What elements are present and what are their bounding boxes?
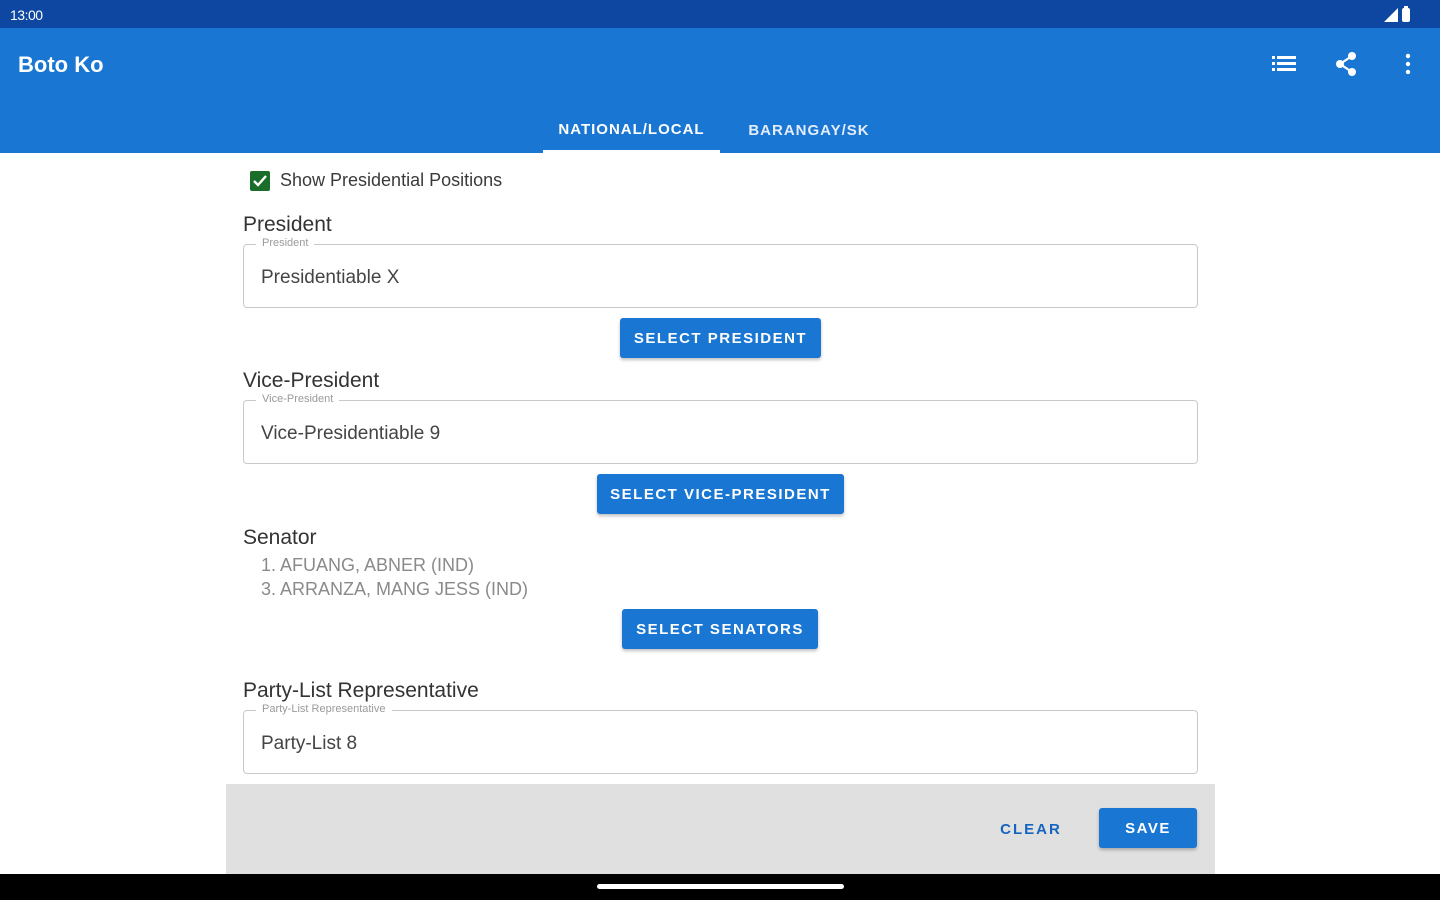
president-title: President (243, 213, 332, 236)
party-list-field[interactable]: Party-List Representative Party-List 8 (243, 703, 1198, 774)
select-president-button[interactable]: SELECT PRESIDENT (620, 318, 821, 358)
app-bar: Boto Ko NATIONAL/LOCAL BARANGAY/SK (0, 28, 1440, 153)
more-vert-icon[interactable] (1394, 50, 1422, 78)
select-senators-button[interactable]: SELECT SENATORS (622, 609, 818, 649)
show-presidential-checkbox[interactable] (250, 170, 270, 191)
status-time: 13:00 (10, 7, 43, 23)
president-field-value: Presidentiable X (261, 267, 400, 288)
president-field-label: President (256, 237, 315, 249)
share-icon[interactable] (1332, 50, 1360, 78)
tab-barangay-sk[interactable]: BARANGAY/SK (720, 108, 898, 153)
status-bar: 13:00 (0, 0, 1440, 28)
clear-button[interactable]: CLEAR (986, 812, 1076, 846)
list-item: 1. AFUANG, ABNER (IND) (261, 555, 475, 575)
list-icon[interactable] (1270, 50, 1298, 78)
check-icon (253, 174, 267, 187)
signal-icon (1384, 8, 1398, 22)
show-presidential-row: Show Presidential Positions (250, 170, 502, 191)
tab-national-local[interactable]: NATIONAL/LOCAL (543, 108, 720, 153)
list-item: 3. ARRANZA, MANG JESS (IND) (261, 579, 529, 599)
home-gesture-handle[interactable] (597, 884, 844, 889)
vice-president-field-label: Vice-President (256, 393, 340, 405)
tab-bar: NATIONAL/LOCAL BARANGAY/SK (543, 108, 898, 153)
vice-president-title: Vice-President (243, 369, 380, 392)
senator-list: 1. AFUANG, ABNER (IND) 3. ARRANZA, MANG … (261, 553, 528, 601)
bottom-action-panel: CLEAR SAVE (226, 784, 1215, 874)
party-list-field-value: Party-List 8 (261, 733, 358, 754)
app-bar-actions (1270, 50, 1422, 78)
vice-president-field[interactable]: Vice-President Vice-Presidentiable 9 (243, 393, 1198, 464)
party-list-field-label: Party-List Representative (256, 703, 392, 715)
president-field[interactable]: President Presidentiable X (243, 237, 1198, 308)
party-list-title: Party-List Representative (243, 679, 479, 702)
navigation-bar (0, 874, 1440, 900)
show-presidential-label: Show Presidential Positions (280, 170, 503, 190)
status-icons (1384, 6, 1410, 22)
save-button[interactable]: SAVE (1099, 808, 1197, 848)
battery-icon (1402, 6, 1410, 22)
select-vice-president-button[interactable]: SELECT VICE-PRESIDENT (597, 474, 844, 514)
vice-president-field-value: Vice-Presidentiable 9 (261, 423, 441, 444)
app-title: Boto Ko (18, 52, 104, 77)
senator-title: Senator (243, 526, 317, 549)
